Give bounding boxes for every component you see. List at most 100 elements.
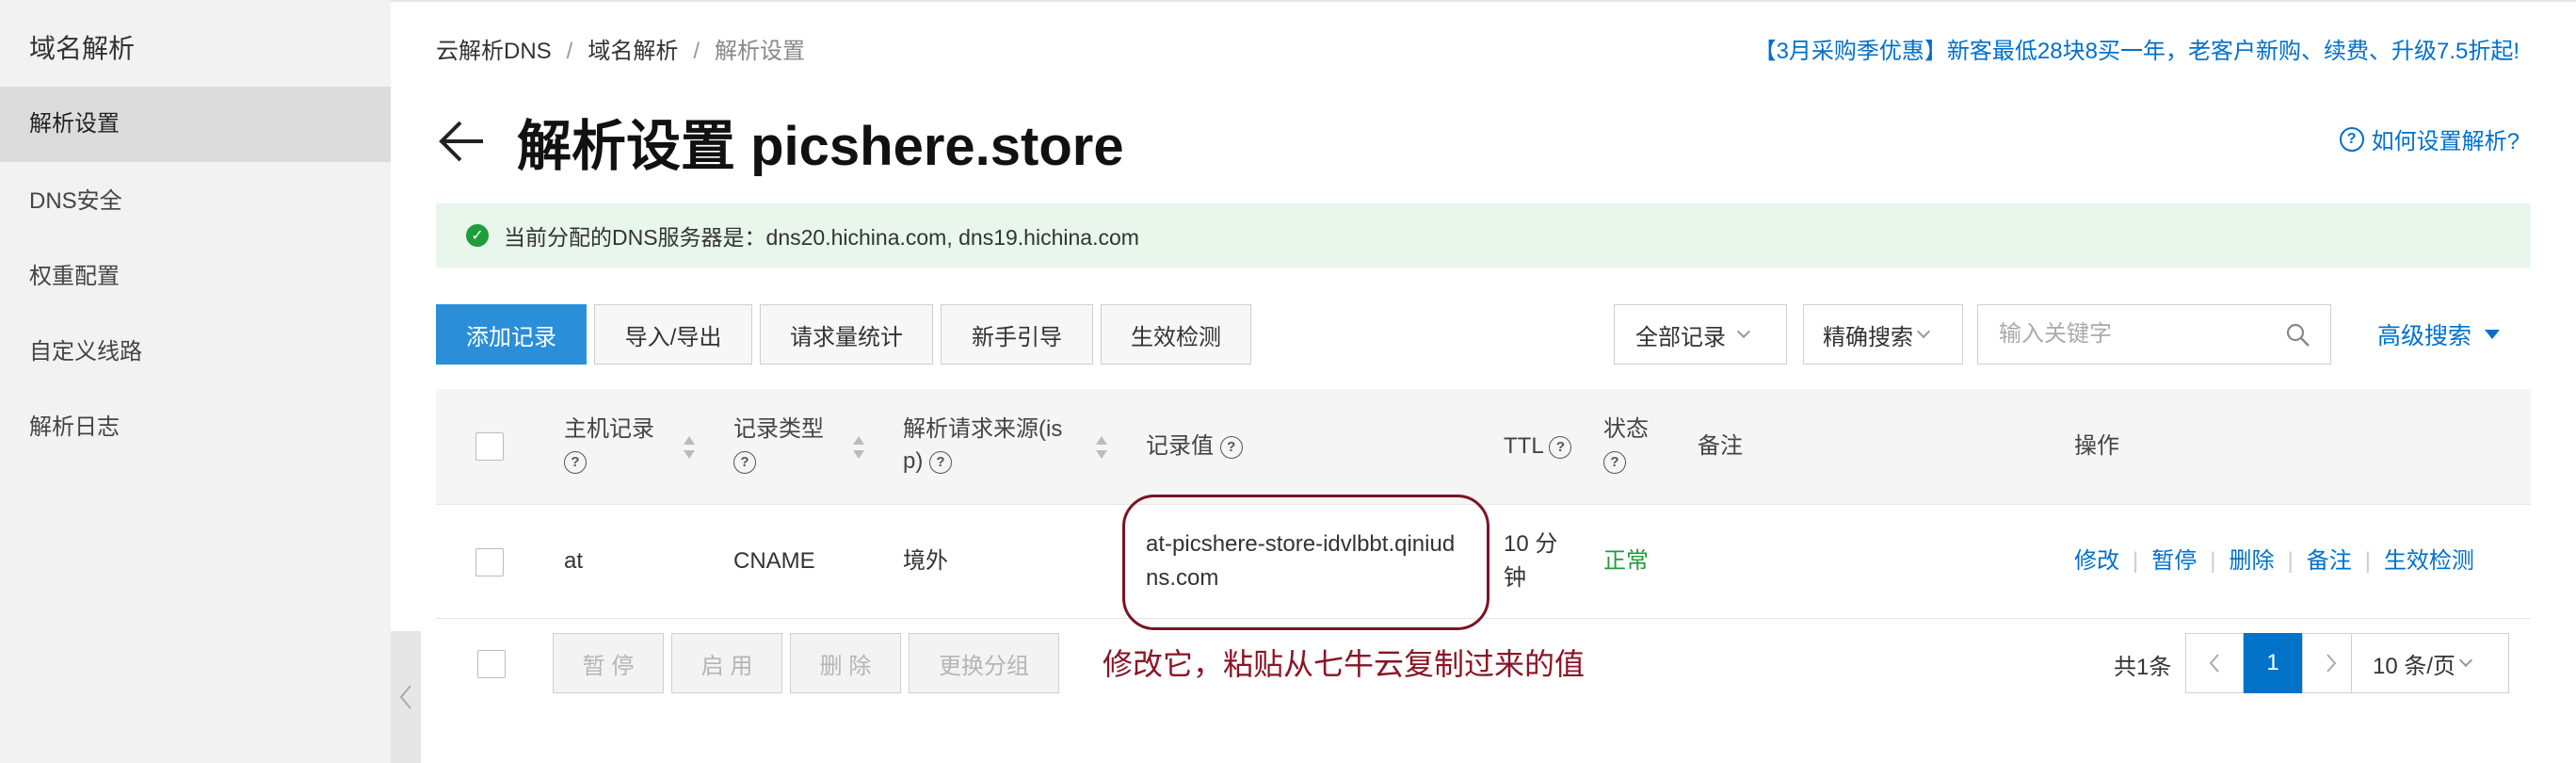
sidebar-collapse-handle[interactable] — [391, 631, 421, 763]
sort-host-icon[interactable] — [683, 434, 696, 463]
edit-link[interactable]: 修改 — [2074, 548, 2119, 574]
sidebar-item-dns-log[interactable]: 解析日志 — [0, 390, 391, 465]
dns-server-notice: ✓ 当前分配的DNS服务器是：dns20.hichina.com, dns19.… — [436, 203, 2531, 268]
breadcrumb-cloud-dns[interactable]: 云解析DNS — [436, 39, 552, 64]
table-header: 主机记录 ? 记录类型 ? 解析请求来源(is p) ? 记录值 ? TTL ? — [436, 389, 2531, 504]
record-filter-select[interactable]: 全部记录 — [1614, 304, 1787, 365]
sidebar-item-dns-security[interactable]: DNS安全 — [0, 164, 391, 239]
question-icon: ? — [2339, 126, 2364, 152]
cell-ttl-line1: 10 分 — [1504, 531, 1558, 557]
request-stats-button[interactable]: 请求量统计 — [760, 304, 933, 365]
cell-source: 境外 — [903, 548, 948, 574]
chevron-down-icon — [1736, 324, 1751, 339]
effect-check-link[interactable]: 生效检测 — [2384, 548, 2474, 574]
header-type-label: 记录类型 — [733, 416, 824, 442]
header-source-label-line1: 解析请求来源(is — [903, 416, 1063, 442]
action-separator: | — [2287, 548, 2294, 574]
header-ttl: TTL ? — [1504, 430, 1572, 463]
check-circle-icon: ✓ — [466, 224, 489, 247]
advanced-search-label: 高级搜索 — [2377, 323, 2472, 349]
bulk-select-checkbox[interactable] — [477, 650, 506, 678]
header-host: 主机记录 ? — [564, 414, 654, 478]
header-source: 解析请求来源(is p) ? — [903, 414, 1062, 478]
search-mode-value: 精确搜索 — [1823, 324, 1913, 350]
delete-link[interactable]: 删除 — [2229, 548, 2274, 574]
keyword-search-field[interactable] — [1977, 304, 2331, 365]
sidebar-item-weight-config[interactable]: 权重配置 — [0, 239, 391, 315]
chevron-down-icon — [2458, 653, 2473, 668]
sidebar-title: 域名解析 — [29, 34, 136, 63]
header-host-label: 主机记录 — [564, 416, 654, 442]
status-badge: 正常 — [1603, 548, 1649, 574]
header-value-label: 记录值 — [1146, 433, 1214, 459]
breadcrumb-current: 解析设置 — [715, 39, 806, 64]
back-arrow-icon[interactable] — [436, 115, 489, 168]
breadcrumb-domain-resolution[interactable]: 域名解析 — [588, 39, 678, 64]
breadcrumb: 云解析DNS / 域名解析 / 解析设置 — [436, 32, 805, 65]
chevron-left-icon — [2209, 654, 2219, 673]
breadcrumb-separator: / — [693, 39, 700, 64]
header-status: 状态 ? — [1603, 414, 1649, 478]
help-icon[interactable]: ? — [929, 450, 953, 474]
chevron-left-icon — [399, 685, 411, 709]
pause-link[interactable]: 暂停 — [2151, 548, 2197, 574]
prev-page-button[interactable] — [2185, 633, 2244, 693]
help-icon[interactable]: ? — [1603, 450, 1626, 474]
help-icon[interactable]: ? — [1219, 435, 1243, 459]
promo-banner-link[interactable]: 【3月采购季优惠】新客最低28块8买一年，老客户新购、续费、升级7.5折起! — [1754, 32, 2520, 65]
search-icon[interactable] — [2285, 322, 2311, 349]
action-separator: | — [2133, 548, 2139, 574]
chevron-down-icon — [1916, 324, 1931, 339]
sidebar-item-dns-settings[interactable]: 解析设置 — [0, 87, 391, 162]
select-all-checkbox[interactable] — [475, 432, 504, 461]
bulk-delete-button[interactable]: 删 除 — [790, 633, 901, 693]
breadcrumb-separator: / — [566, 39, 573, 64]
header-actions: 操作 — [2074, 433, 2119, 459]
header-status-label: 状态 — [1603, 416, 1649, 442]
add-record-button[interactable]: 添加记录 — [436, 304, 587, 365]
cell-ttl-line2: 钟 — [1504, 565, 1526, 591]
cell-ttl: 10 分 钟 — [1504, 528, 1557, 595]
header-source-label-line2: p) — [903, 448, 924, 474]
action-separator: | — [2210, 548, 2216, 574]
header-value: 记录值 ? — [1146, 430, 1243, 463]
row-checkbox[interactable] — [475, 548, 504, 576]
header-type: 记录类型 ? — [733, 414, 824, 478]
page-number-button[interactable]: 1 — [2244, 633, 2302, 693]
header-note: 备注 — [1698, 433, 1743, 459]
page-size-value: 10 条/页 — [2373, 653, 2456, 679]
table-footer: 暂 停 启 用 删 除 更换分组 修改它，粘贴从七牛云复制过来的值 共1条 1 … — [436, 633, 2531, 693]
page-size-select[interactable]: 10 条/页 — [2351, 633, 2509, 693]
page-title: 解析设置 picshere.store — [517, 116, 1124, 177]
import-export-button[interactable]: 导入/导出 — [594, 304, 752, 365]
cell-host: at — [564, 548, 584, 574]
search-mode-select[interactable]: 精确搜索 — [1803, 304, 1963, 365]
help-link-label: 如何设置解析? — [2371, 129, 2520, 154]
page-header: 解析设置 picshere.store — [436, 106, 1124, 177]
effect-check-button[interactable]: 生效检测 — [1101, 304, 1251, 365]
sidebar-item-custom-line[interactable]: 自定义线路 — [0, 315, 391, 390]
row-actions: 修改 | 暂停 | 删除 | 备注 | 生效检测 — [2074, 544, 2474, 578]
chevron-right-icon — [2326, 654, 2337, 673]
record-filter-value: 全部记录 — [1635, 324, 1726, 350]
header-ttl-label: TTL — [1504, 433, 1543, 459]
toolbar: 添加记录 导入/导出 请求量统计 新手引导 生效检测 全部记录 精确搜索 高级搜… — [436, 304, 2531, 365]
annotation-note: 修改它，粘贴从七牛云复制过来的值 — [1103, 647, 1586, 681]
bulk-change-group-button[interactable]: 更换分组 — [909, 633, 1059, 693]
help-icon[interactable]: ? — [733, 450, 756, 474]
help-icon[interactable]: ? — [1549, 435, 1572, 459]
sort-type-icon[interactable] — [852, 434, 865, 463]
advanced-search-toggle[interactable]: 高级搜索 — [2377, 304, 2501, 365]
annotation-highlight-ring — [1122, 495, 1489, 630]
bulk-pause-button[interactable]: 暂 停 — [553, 633, 664, 693]
sort-source-icon[interactable] — [1095, 434, 1108, 463]
search-input[interactable] — [1999, 321, 2281, 348]
sidebar: 域名解析 解析设置 DNS安全 权重配置 自定义线路 解析日志 — [0, 0, 391, 763]
bulk-enable-button[interactable]: 启 用 — [671, 633, 782, 693]
caret-down-icon — [2485, 330, 2501, 339]
help-link[interactable]: ? 如何设置解析? — [2339, 122, 2520, 155]
cell-type: CNAME — [733, 548, 815, 574]
help-icon[interactable]: ? — [564, 450, 587, 474]
note-link[interactable]: 备注 — [2307, 548, 2352, 574]
beginner-guide-button[interactable]: 新手引导 — [941, 304, 1093, 365]
